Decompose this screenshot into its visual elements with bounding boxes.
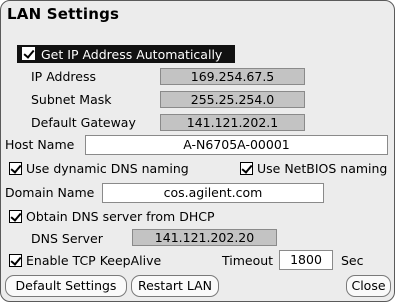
- host-name-label: Host Name: [5, 137, 75, 152]
- tcp-keepalive-label: Enable TCP KeepAlive: [26, 253, 162, 268]
- checkbox-checked-icon: [240, 162, 253, 175]
- lan-settings-window: LAN Settings Get IP Address Automaticall…: [0, 0, 395, 302]
- subnet-mask-field[interactable]: 255.25.254.0: [160, 91, 305, 108]
- netbios-label: Use NetBIOS naming: [257, 161, 388, 176]
- checkbox-checked-icon: [9, 162, 22, 175]
- dns-server-field[interactable]: 141.121.202.20: [132, 229, 277, 246]
- subnet-mask-label: Subnet Mask: [31, 92, 112, 107]
- timeout-label: Timeout: [222, 253, 274, 268]
- window-title: LAN Settings: [7, 5, 120, 23]
- timeout-field[interactable]: 1800: [279, 250, 333, 270]
- dynamic-dns-label: Use dynamic DNS naming: [26, 161, 189, 176]
- default-gateway-field[interactable]: 141.121.202.1: [160, 114, 305, 131]
- checkbox-checked-icon: [22, 47, 35, 60]
- checkbox-checked-icon: [9, 254, 22, 267]
- domain-name-label: Domain Name: [5, 185, 95, 200]
- host-name-field[interactable]: A-N6705A-00001: [85, 135, 388, 155]
- default-gateway-label: Default Gateway: [31, 115, 136, 130]
- get-ip-auto-label: Get IP Address Automatically: [41, 47, 223, 62]
- obtain-dns-checkbox[interactable]: Obtain DNS server from DHCP: [9, 209, 214, 224]
- netbios-checkbox[interactable]: Use NetBIOS naming: [240, 161, 387, 176]
- close-button[interactable]: Close: [346, 275, 391, 297]
- domain-name-field[interactable]: cos.agilent.com: [102, 183, 324, 203]
- checkbox-checked-icon: [9, 210, 22, 223]
- get-ip-auto-checkbox[interactable]: Get IP Address Automatically: [17, 45, 235, 63]
- tcp-keepalive-checkbox[interactable]: Enable TCP KeepAlive: [9, 253, 161, 268]
- dns-server-label: DNS Server: [31, 231, 103, 246]
- ip-address-label: IP Address: [31, 69, 96, 84]
- default-settings-button[interactable]: Default Settings: [5, 275, 127, 297]
- obtain-dns-label: Obtain DNS server from DHCP: [26, 209, 215, 224]
- dynamic-dns-checkbox[interactable]: Use dynamic DNS naming: [9, 161, 189, 176]
- timeout-unit: Sec: [341, 253, 364, 268]
- ip-address-field[interactable]: 169.254.67.5: [160, 68, 305, 85]
- restart-lan-button[interactable]: Restart LAN: [131, 275, 219, 297]
